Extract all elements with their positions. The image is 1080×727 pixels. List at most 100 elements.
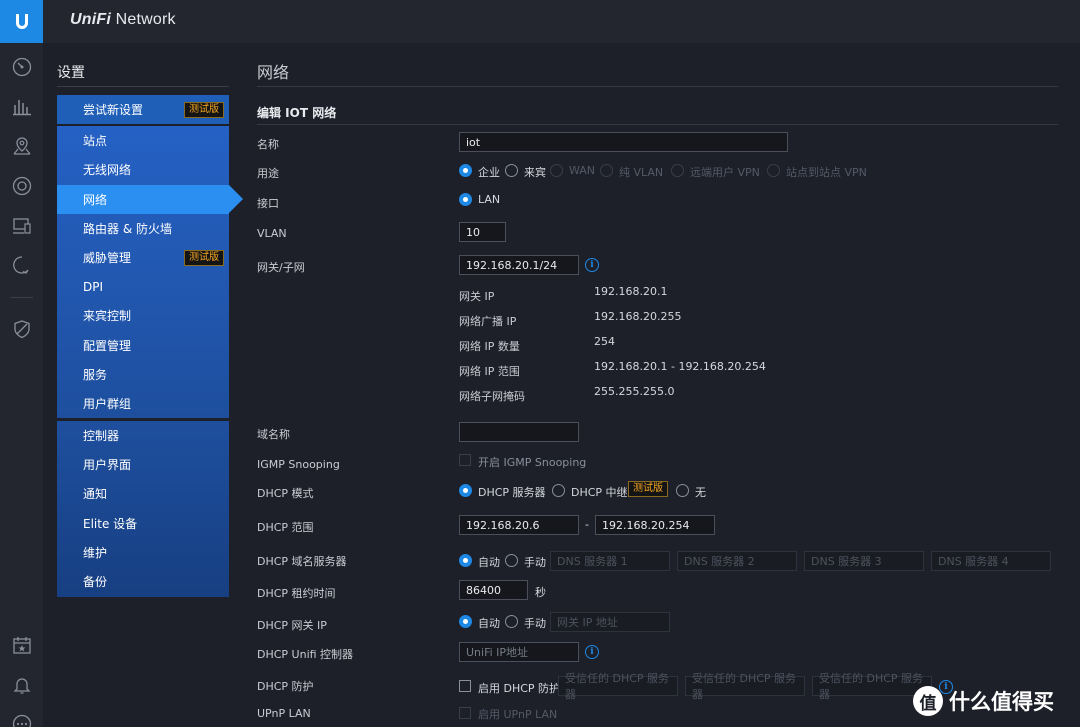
purpose-site-vpn-radio[interactable] [767,164,780,177]
vlan-input[interactable]: 10 [459,222,506,242]
notifications-bell-icon[interactable] [11,674,32,695]
gateway-ip-label: 网关 IP [459,290,495,303]
menu-item-controller[interactable]: 控制器 [57,421,229,450]
statistics-icon[interactable] [11,95,32,116]
info-icon[interactable]: i [585,258,599,272]
upnp-checkbox[interactable] [459,707,471,719]
menu-item-label: 通知 [83,487,108,501]
purpose-label: 用途 [257,167,279,180]
menu-item-networks[interactable]: 网络 [57,185,229,214]
dhcp-range-start-input[interactable]: 192.168.20.6 [459,515,579,535]
menu-item-label: 威胁管理 [83,251,132,265]
menu-item-elite-device[interactable]: Elite 设备 [57,509,229,538]
app-brand: UniFi Network [70,11,176,28]
menu-item-dpi[interactable]: DPI [57,272,229,301]
beta-badge: 测试版 [628,481,668,497]
watermark-logo-icon: 值 [913,686,943,716]
trusted-dhcp-server-2-input[interactable]: 受信任的 DHCP 服务器 [685,672,805,701]
events-icon[interactable] [11,634,32,655]
menu-item-label: 服务 [83,368,108,382]
ip-range-value: 192.168.20.1 - 192.168.20.254 [594,360,766,373]
purpose-option-label: 纯 VLAN [619,166,664,179]
menu-item-notifications[interactable]: 通知 [57,479,229,508]
devices-icon[interactable] [11,175,32,196]
menu-item-label: 用户群组 [83,397,132,411]
menu-item-sites[interactable]: 站点 [57,126,229,155]
dns-server-4-input[interactable]: DNS 服务器 4 [931,551,1051,571]
menu-item-wireless[interactable]: 无线网络 [57,155,229,184]
info-icon[interactable]: i [585,645,599,659]
dhcp-relay-radio[interactable] [552,484,565,497]
menu-item-label: 尝试新设置 [83,103,144,117]
watermark: 值 什么值得买 [913,686,1054,716]
ubiquiti-logo-icon[interactable] [0,0,43,43]
dns-auto-radio[interactable] [459,554,472,567]
igmp-checkbox-label: 开启 IGMP Snooping [478,456,587,469]
more-icon[interactable] [11,713,32,727]
menu-item-label: 用户界面 [83,458,132,472]
dhcp-guard-checkbox[interactable] [459,680,471,692]
unifi-controller-ip-input[interactable]: UniFi IP地址 [459,642,579,662]
dhcp-lease-input[interactable]: 86400 [459,580,528,600]
menu-item-profiles[interactable]: 配置管理 [57,331,229,360]
purpose-option-label: WAN [569,164,596,177]
menu-item-user-groups[interactable]: 用户群组 [57,389,229,418]
dhcp-range-end-input[interactable]: 192.168.20.254 [595,515,715,535]
menu-item-try-new-settings[interactable]: 尝试新设置 测试版 [57,95,229,124]
igmp-checkbox[interactable] [459,454,471,466]
purpose-vlan-only-radio[interactable] [600,164,613,177]
gateway-option-label: 手动 [524,617,546,630]
dns-server-1-input[interactable]: DNS 服务器 1 [550,551,670,571]
beta-badge: 测试版 [184,250,224,266]
dns-option-label: 手动 [524,556,546,569]
menu-item-routing-firewall[interactable]: 路由器 & 防火墙 [57,214,229,243]
insights-icon[interactable] [11,254,32,275]
dns-server-3-input[interactable]: DNS 服务器 3 [804,551,924,571]
dhcp-none-radio[interactable] [676,484,689,497]
purpose-remote-vpn-radio[interactable] [671,164,684,177]
dhcp-unifi-label: DHCP Unifi 控制器 [257,648,354,661]
settings-divider [57,86,229,87]
purpose-guest-radio[interactable] [505,164,518,177]
menu-item-services[interactable]: 服务 [57,360,229,389]
dns-option-label: 自动 [478,556,500,569]
map-icon[interactable] [11,135,32,156]
shield-icon[interactable] [11,318,32,339]
dhcp-mode-option-label: DHCP 中继 [571,486,628,499]
interface-lan-radio[interactable] [459,193,472,206]
dhcp-dns-label: DHCP 域名服务器 [257,555,347,568]
name-input[interactable]: iot [459,132,788,152]
dns-manual-radio[interactable] [505,554,518,567]
menu-item-user-interface[interactable]: 用户界面 [57,450,229,479]
menu-item-maintenance[interactable]: 维护 [57,538,229,567]
menu-item-threat-management[interactable]: 威胁管理 测试版 [57,243,229,272]
purpose-wan-radio[interactable] [550,164,563,177]
trusted-dhcp-server-1-input[interactable]: 受信任的 DHCP 服务器 [558,672,678,701]
purpose-option-label: 远端用户 VPN [690,166,760,179]
dashboard-icon[interactable] [11,56,32,77]
page-title: 网络 [257,63,290,82]
menu-item-label: 备份 [83,575,108,589]
dhcp-range-label: DHCP 范围 [257,521,314,534]
dhcp-gateway-label: DHCP 网关 IP [257,619,327,632]
dhcp-gateway-ip-input[interactable]: 网关 IP 地址 [550,612,670,632]
menu-item-guest-control[interactable]: 来宾控制 [57,301,229,330]
gateway-label: 网关/子网 [257,261,305,274]
interface-label: 接口 [257,197,279,210]
clients-icon[interactable] [11,215,32,236]
igmp-label: IGMP Snooping [257,458,340,471]
menu-item-label: 控制器 [83,429,120,443]
dns-server-2-input[interactable]: DNS 服务器 2 [677,551,797,571]
gateway-subnet-input[interactable]: 192.168.20.1/24 [459,255,579,275]
gateway-auto-radio[interactable] [459,615,472,628]
gateway-manual-radio[interactable] [505,615,518,628]
menu-item-backup[interactable]: 备份 [57,567,229,596]
menu-item-label: 路由器 & 防火墙 [83,222,172,236]
section-title: 编辑 IOT 网络 [257,106,337,120]
purpose-corporate-radio[interactable] [459,164,472,177]
ip-range-label: 网络 IP 范围 [459,365,520,378]
settings-title: 设置 [57,65,85,81]
domain-input[interactable] [459,422,579,442]
dhcp-server-radio[interactable] [459,484,472,497]
subnet-mask-value: 255.255.255.0 [594,385,675,398]
